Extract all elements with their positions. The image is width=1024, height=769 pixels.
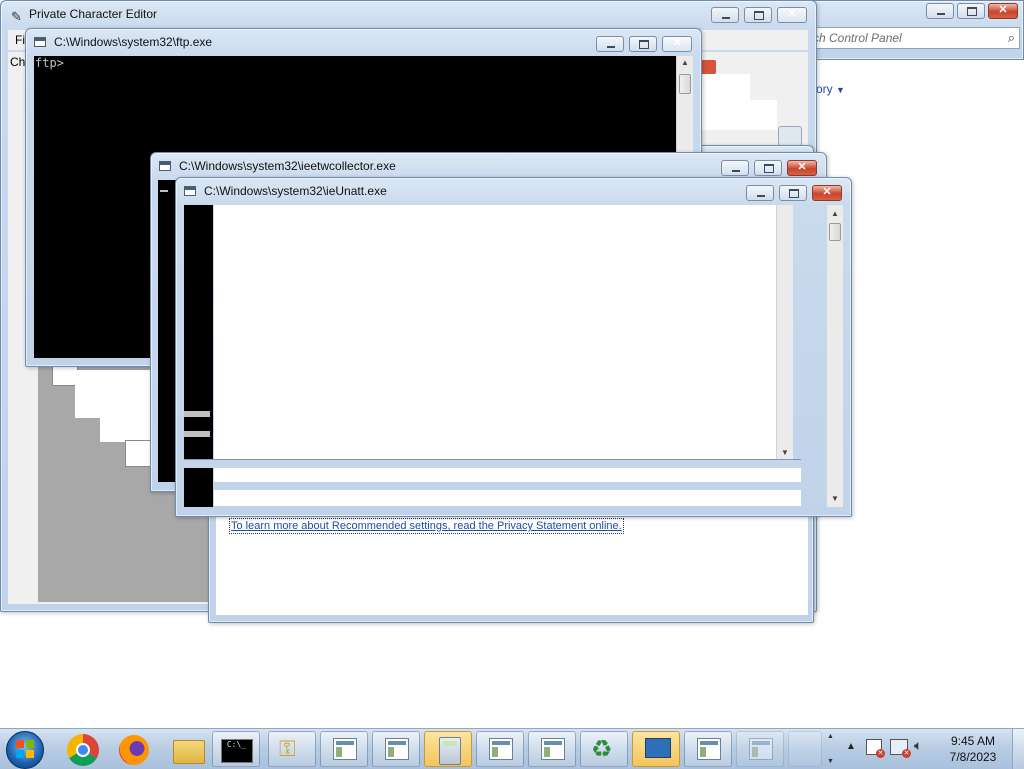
maximize-button[interactable]	[629, 36, 657, 52]
window-title: C:\Windows\system32\ftp.exe	[54, 35, 213, 49]
close-button[interactable]	[777, 7, 807, 23]
ieunatt-hscroll-area	[214, 468, 801, 482]
close-button[interactable]	[812, 185, 842, 201]
taskbar-scroll[interactable]: ▲ ▼	[824, 731, 838, 767]
minimize-button[interactable]	[926, 3, 954, 19]
clock-date: 7/8/2023	[949, 750, 997, 764]
chrome-icon	[67, 734, 99, 766]
window-icon	[541, 738, 565, 760]
window-icon	[385, 738, 409, 760]
taskbar-faded-2[interactable]	[788, 731, 822, 767]
inner-scrollbar[interactable]: ▼	[776, 205, 793, 459]
char-code-label: Ch	[10, 55, 26, 69]
close-button[interactable]	[787, 160, 817, 176]
clock-time: 9:45 AM	[950, 734, 996, 748]
window-title: Private Character Editor	[29, 7, 158, 21]
console-icon	[159, 161, 171, 171]
taskbar-network[interactable]	[632, 731, 680, 767]
scroll-down-icon[interactable]: ▼	[777, 448, 793, 457]
maximize-button[interactable]	[957, 3, 985, 19]
calculator-icon	[439, 737, 461, 765]
volume-icon[interactable]: 🔈︎	[914, 737, 922, 754]
grid-staircase	[75, 370, 151, 418]
pencil-icon: ✎	[11, 9, 22, 24]
console-icon	[184, 186, 196, 196]
search-box[interactable]: ch Control Panel ⌕	[810, 27, 1020, 49]
taskbar-cmd[interactable]: C:\_	[212, 731, 260, 767]
window-icon	[333, 738, 357, 760]
window-icon	[489, 738, 513, 760]
show-desktop-button[interactable]	[1012, 729, 1024, 769]
taskbar: C:\_ ⚿ ♻ ▲ ▼ ▲ ✕ ✕ 🔈︎ 9:45 AM 7/8/2023	[0, 728, 1024, 769]
action-center-icon[interactable]: ✕	[866, 739, 885, 758]
text-line	[184, 411, 210, 417]
taskbar-window-3[interactable]	[476, 731, 524, 767]
show-hidden-icons[interactable]: ▲	[846, 741, 856, 752]
start-orb-icon[interactable]	[6, 731, 44, 769]
maximize-button[interactable]	[744, 7, 772, 23]
explorer-icon	[173, 740, 205, 764]
menu-file[interactable]: Fi	[15, 33, 25, 47]
taskbar-window-1[interactable]	[320, 731, 368, 767]
network-icon	[645, 738, 671, 758]
view-by-label: ory	[816, 82, 833, 96]
chevron-up-icon[interactable]: ▲	[827, 733, 834, 740]
window-title: C:\Windows\system32\ieetwcollector.exe	[179, 159, 396, 173]
window-title: C:\Windows\system32\ieUnatt.exe	[204, 184, 387, 198]
clock[interactable]: 9:45 AM 7/8/2023	[940, 733, 1006, 765]
window-icon	[749, 738, 773, 760]
minimize-button[interactable]	[721, 160, 749, 176]
text-line	[184, 431, 210, 437]
cursor-mark	[160, 190, 168, 192]
cmd-icon: C:\_	[221, 739, 253, 763]
close-button[interactable]	[662, 36, 692, 52]
taskbar-firefox[interactable]	[110, 731, 158, 767]
small-close-button[interactable]	[700, 60, 716, 74]
chevron-down-icon[interactable]: ▼	[827, 758, 834, 765]
view-by-link[interactable]: ory ▼	[816, 82, 845, 96]
taskbar-window-4[interactable]	[528, 731, 576, 767]
inner-frame-border	[184, 459, 801, 468]
taskbar-calculator[interactable]	[424, 731, 472, 767]
scroll-up-icon[interactable]: ▲	[677, 58, 693, 67]
minimize-button[interactable]	[746, 185, 774, 201]
minimize-button[interactable]	[711, 7, 739, 23]
maximize-button[interactable]	[754, 160, 782, 176]
recycle-icon: ♻	[591, 736, 613, 763]
window-icon	[697, 738, 721, 760]
ieunatt-lower-strip	[214, 490, 801, 506]
scroll-down-icon[interactable]: ▼	[827, 494, 843, 503]
scroll-thumb[interactable]	[679, 74, 691, 94]
taskbar-chrome[interactable]	[58, 731, 106, 767]
maximize-button[interactable]	[779, 185, 807, 201]
scroll-up-icon[interactable]: ▲	[827, 209, 843, 218]
taskbar-faded-1[interactable]	[736, 731, 784, 767]
ftp-prompt: ftp>	[35, 56, 64, 70]
search-icon[interactable]: ⌕	[1008, 30, 1015, 46]
search-placeholder: ch Control Panel	[813, 31, 902, 45]
network-status-icon[interactable]: ✕	[890, 739, 911, 758]
taskbar-window-2[interactable]	[372, 731, 420, 767]
grid-staircase	[700, 100, 777, 130]
grid-staircase	[100, 418, 152, 442]
close-button[interactable]	[988, 3, 1018, 19]
keys-icon: ⚿	[279, 736, 296, 761]
privacy-statement-link[interactable]: To learn more about Recommended settings…	[229, 518, 624, 534]
taskbar-recycle[interactable]: ♻	[580, 731, 628, 767]
firefox-icon	[119, 735, 149, 765]
scroll-thumb[interactable]	[829, 223, 841, 241]
console-icon	[34, 37, 46, 47]
minimize-button[interactable]	[596, 36, 624, 52]
taskbar-explorer[interactable]	[162, 731, 210, 767]
ieunatt-client-area	[214, 205, 776, 459]
taskbar-window-5[interactable]	[684, 731, 732, 767]
control-panel-window: ch Control Panel ⌕	[805, 0, 1024, 60]
ieunatt-scrollbar[interactable]: ▲ ▼	[826, 205, 843, 507]
chevron-down-icon: ▼	[836, 85, 845, 95]
taskbar-keys[interactable]: ⚿	[268, 731, 316, 767]
